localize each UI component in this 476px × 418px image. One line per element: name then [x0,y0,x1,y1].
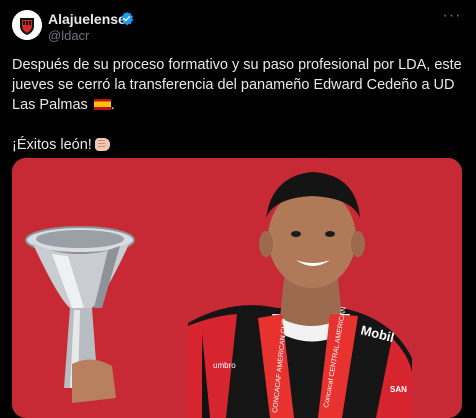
tweet-paragraph-1-text: Después de su proceso formativo y su pas… [12,57,462,113]
tweet-photo[interactable]: Mobil umbro CONCACAF AMERICAN CUP Concac… [12,158,462,418]
more-icon[interactable]: ··· [440,8,464,25]
player-with-trophy-image: Mobil umbro CONCACAF AMERICAN CUP Concac… [12,158,462,418]
tweet-paragraph-2: ¡Éxitos león! [12,135,468,155]
account-name[interactable]: Alajuelense [48,11,126,27]
sleeve-text: SAN [390,385,407,394]
jersey-brand-text: umbro [213,361,236,370]
tweet-text: Después de su proceso formativo y su pas… [12,55,468,155]
account-handle[interactable]: @ldacr [48,28,89,43]
club-crest-logo [12,10,42,40]
tweet-paragraph-2-text: ¡Éxitos león! [12,137,92,153]
scrollbar[interactable] [468,160,472,400]
tweet-paragraph-1-end: . [110,97,115,113]
tweet[interactable]: Alajuelense @ldacr ··· Después de su pro… [0,0,476,418]
avatar[interactable] [12,10,42,40]
tweet-paragraph-1: Después de su proceso formativo y su pas… [12,55,468,115]
fist-bump-icon [94,138,110,151]
verified-badge-icon [121,11,134,26]
spain-flag-icon [93,99,111,110]
